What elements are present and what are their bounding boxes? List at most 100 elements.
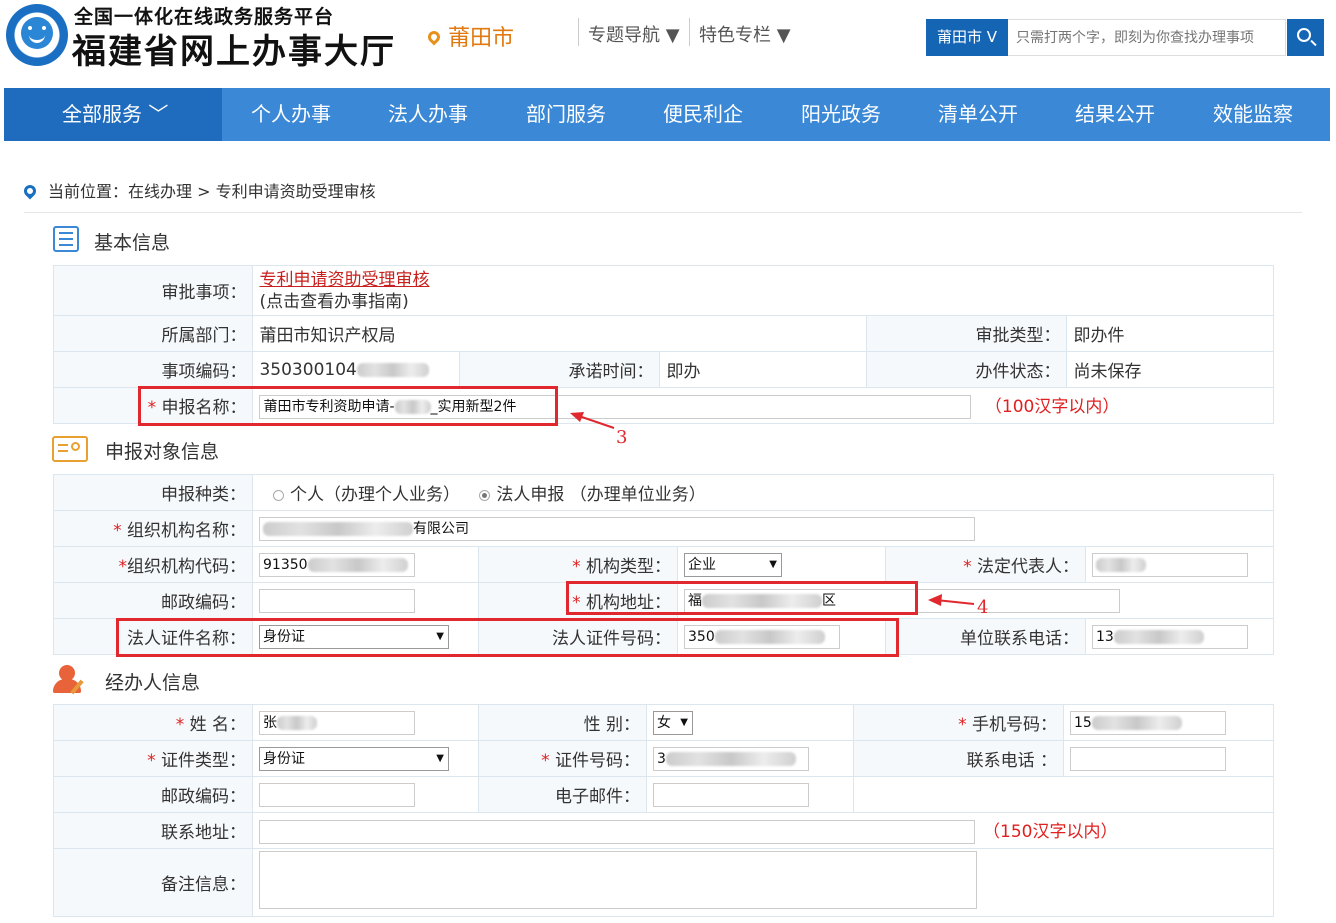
- nav-efficiency[interactable]: 效能监察: [1213, 88, 1293, 141]
- divider: [578, 18, 579, 46]
- list-icon: [53, 226, 79, 252]
- nav-legal-person[interactable]: 法人办事: [388, 88, 468, 141]
- handler-name-input[interactable]: 张: [259, 710, 415, 735]
- declaration-name-hint: （100汉字以内）: [984, 397, 1120, 417]
- annotation-arrow-icon: [570, 412, 615, 429]
- breadcrumb: 当前位置：在线办理 > 专利申请资助受理审核: [21, 178, 376, 202]
- radio-personal[interactable]: [273, 489, 284, 501]
- org-code-value: 91350: [263, 556, 308, 573]
- dropdown-arrow-icon: ▼: [436, 752, 444, 764]
- org-phone-input[interactable]: 13: [1092, 624, 1248, 649]
- org-code-label: 组织机构代码：: [127, 557, 246, 577]
- location-pin-icon: [425, 28, 443, 46]
- gender-value: 女: [657, 714, 671, 731]
- required-mark: *: [147, 751, 161, 771]
- required-mark: *: [118, 557, 128, 577]
- required-mark: *: [113, 521, 127, 541]
- search-button[interactable]: [1287, 19, 1324, 56]
- declare-kind-label: 申报种类：: [53, 474, 253, 511]
- handler-info-table: * 姓 名： 张 性 别： 女 ▼ * 手机号码： 15 * 证件类型： 身份证 ▼…: [53, 704, 1274, 917]
- radio-legal-person-label: 法人申报 （办理单位业务）: [496, 485, 706, 505]
- platform-logo[interactable]: [6, 4, 68, 66]
- handler-name-value: 张: [263, 714, 277, 731]
- case-status-label: 办件状态：: [865, 351, 1068, 388]
- required-mark: *: [572, 557, 586, 577]
- section-title-handler: 经办人信息: [105, 672, 201, 694]
- handler-postcode-label: 邮政编码：: [53, 776, 253, 813]
- redacted-mask: [356, 362, 429, 377]
- nav-list-disclosure[interactable]: 清单公开: [938, 88, 1018, 141]
- annotation-number-4: 4: [977, 597, 989, 618]
- org-name-suffix: 有限公司: [413, 520, 469, 537]
- org-name-label: 组织机构名称：: [127, 521, 246, 541]
- org-type-select[interactable]: 企业 ▼: [684, 552, 782, 577]
- promise-time-value: 即办: [659, 351, 867, 388]
- annotation-arrow-icon: [928, 594, 975, 606]
- org-name-input[interactable]: 有限公司: [259, 516, 975, 541]
- contact-tel-input[interactable]: [1070, 746, 1226, 771]
- legal-rep-label: 法定代表人：: [977, 557, 1079, 577]
- approval-item-link[interactable]: 专利申请资助受理审核: [259, 270, 429, 290]
- radio-personal-label: 个人（办理个人业务）: [290, 485, 460, 505]
- mobile-label: 手机号码：: [972, 715, 1057, 735]
- dropdown-arrow-icon: ▼: [769, 558, 777, 570]
- required-mark: *: [958, 715, 972, 735]
- city-selector[interactable]: 莆田市: [425, 20, 515, 52]
- approval-item-label: 审批事项：: [52, 265, 254, 316]
- city-name: 莆田市: [448, 26, 515, 51]
- handler-postcode-input[interactable]: [259, 782, 415, 807]
- id-type-value: 身份证: [263, 750, 305, 767]
- gender-select[interactable]: 女 ▼: [653, 710, 693, 735]
- nav-convenience[interactable]: 便民利企: [663, 88, 743, 141]
- smiley-icon: [21, 17, 53, 49]
- required-mark: *: [963, 557, 977, 577]
- org-phone-label: 单位联系电话：: [885, 618, 1086, 655]
- redacted-mask: [1091, 715, 1182, 730]
- org-type-value: 企业: [688, 556, 716, 573]
- id-no-value: 3: [657, 750, 666, 767]
- remark-label: 备注信息：: [53, 848, 253, 917]
- mobile-value: 15: [1074, 714, 1092, 731]
- required-mark: *: [541, 751, 555, 771]
- approval-item-note: (点击查看办事指南): [259, 291, 409, 312]
- search-input[interactable]: [1008, 19, 1286, 56]
- legal-rep-input[interactable]: [1092, 552, 1248, 577]
- email-input[interactable]: [653, 782, 809, 807]
- approval-type-value: 即办件: [1066, 315, 1274, 352]
- mobile-input[interactable]: 15: [1070, 710, 1226, 735]
- redacted-mask: [1113, 629, 1204, 644]
- redacted-mask: [307, 557, 408, 572]
- topic-nav-menu[interactable]: 专题导航 ▼: [588, 21, 680, 47]
- gender-label: 性 别：: [478, 704, 647, 741]
- approval-type-label: 审批类型：: [865, 315, 1068, 352]
- id-no-label: 证件号码：: [555, 751, 640, 771]
- nav-personal[interactable]: 个人办事: [251, 88, 331, 141]
- nav-department[interactable]: 部门服务: [526, 88, 606, 141]
- org-code-input[interactable]: 91350: [259, 552, 415, 577]
- section-title-basic: 基本信息: [94, 232, 171, 254]
- contact-address-input[interactable]: [259, 820, 975, 844]
- id-type-select[interactable]: 身份证 ▼: [259, 746, 449, 771]
- nav-open-government[interactable]: 阳光政务: [801, 88, 881, 141]
- platform-title: 福建省网上办事大厅: [72, 32, 396, 72]
- main-nav: 全部服务 ﹀ 个人办事 法人办事 部门服务 便民利企 阳光政务 清单公开 结果公…: [4, 88, 1330, 141]
- dropdown-arrow-icon: ▼: [680, 716, 688, 728]
- featured-column-menu[interactable]: 特色专栏 ▼: [699, 21, 791, 47]
- all-services-menu[interactable]: 全部服务 ﹀: [4, 88, 222, 141]
- org-postcode-input[interactable]: [259, 588, 415, 613]
- search-city-dropdown[interactable]: 莆田市 V: [926, 19, 1008, 56]
- radio-legal-person[interactable]: [479, 489, 491, 501]
- divider: [24, 212, 1302, 213]
- breadcrumb-text: 当前位置：在线办理 > 专利申请资助受理审核: [48, 182, 376, 201]
- id-no-input[interactable]: 3: [653, 746, 809, 771]
- contact-address-label: 联系地址：: [53, 812, 253, 849]
- nav-result-disclosure[interactable]: 结果公开: [1075, 88, 1155, 141]
- case-status-value: 尚未保存: [1066, 351, 1274, 388]
- annotation-box-org-address: [566, 581, 918, 615]
- org-phone-value: 13: [1096, 628, 1114, 645]
- email-label: 电子邮件：: [478, 776, 647, 813]
- divider: [689, 18, 690, 46]
- remark-textarea[interactable]: [259, 851, 977, 909]
- org-postcode-label: 邮政编码：: [53, 582, 253, 619]
- redacted-mask: [263, 521, 413, 536]
